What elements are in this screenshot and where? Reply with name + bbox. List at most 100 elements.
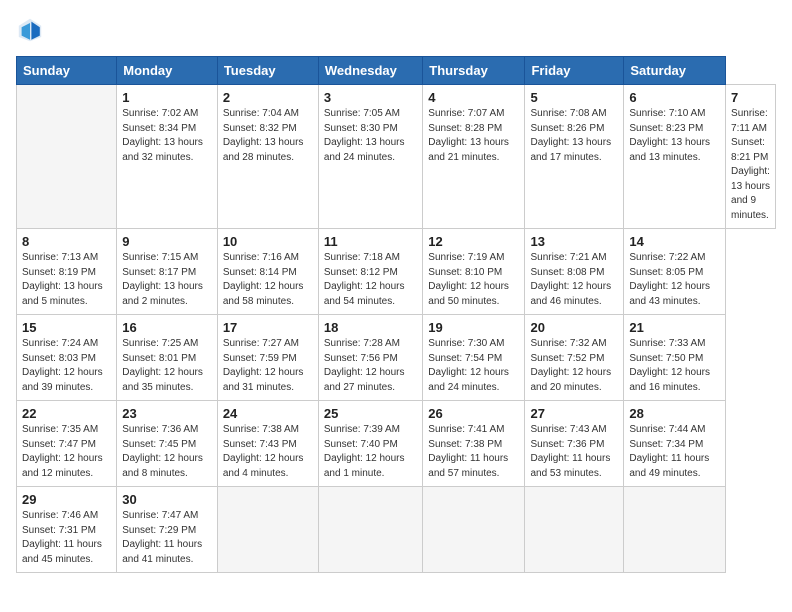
calendar-cell: 6 Sunrise: 7:10 AMSunset: 8:23 PMDaylight… bbox=[624, 85, 726, 229]
calendar-cell: 16 Sunrise: 7:25 AMSunset: 8:01 PMDayligh… bbox=[117, 315, 218, 401]
day-number: 19 bbox=[428, 320, 519, 335]
day-number: 30 bbox=[122, 492, 212, 507]
day-number: 26 bbox=[428, 406, 519, 421]
day-info: Sunrise: 7:15 AMSunset: 8:17 PMDaylight:… bbox=[122, 251, 212, 309]
day-info: Sunrise: 7:24 AMSunset: 8:03 PMDaylight:… bbox=[22, 337, 111, 395]
day-number: 28 bbox=[629, 406, 720, 421]
calendar-cell: 7 Sunrise: 7:11 AMSunset: 8:21 PMDaylight… bbox=[726, 85, 776, 229]
day-info: Sunrise: 7:11 AMSunset: 8:21 PMDaylight:… bbox=[731, 107, 770, 223]
calendar-cell: 2 Sunrise: 7:04 AMSunset: 8:32 PMDaylight… bbox=[217, 85, 318, 229]
calendar-cell: 18Sunrise: 7:28 AMSunset: 7:56 PMDayligh… bbox=[318, 315, 422, 401]
calendar-cell: 12 Sunrise: 7:19 AMSunset: 8:10 PMDayligh… bbox=[423, 229, 525, 315]
day-info: Sunrise: 7:08 AMSunset: 8:26 PMDaylight:… bbox=[530, 107, 618, 165]
day-info: Sunrise: 7:19 AMSunset: 8:10 PMDaylight:… bbox=[428, 251, 519, 309]
day-info: Sunrise: 7:22 AMSunset: 8:05 PMDaylight:… bbox=[629, 251, 720, 309]
day-info: Sunrise: 7:47 AMSunset: 7:29 PMDaylight:… bbox=[122, 509, 212, 567]
calendar-week-4: 22 Sunrise: 7:35 AMSunset: 7:47 PMDayligh… bbox=[17, 401, 776, 487]
day-info: Sunrise: 7:32 AMSunset: 7:52 PMDaylight:… bbox=[530, 337, 618, 395]
day-number: 14 bbox=[629, 234, 720, 249]
calendar-cell bbox=[318, 487, 422, 573]
weekday-wednesday: Wednesday bbox=[318, 57, 422, 85]
calendar-cell bbox=[423, 487, 525, 573]
calendar-cell: 30 Sunrise: 7:47 AMSunset: 7:29 PMDayligh… bbox=[117, 487, 218, 573]
day-number: 27 bbox=[530, 406, 618, 421]
day-info: Sunrise: 7:35 AMSunset: 7:47 PMDaylight:… bbox=[22, 423, 111, 481]
day-number: 3 bbox=[324, 90, 417, 105]
calendar-cell: 17 Sunrise: 7:27 AMSunset: 7:59 PMDayligh… bbox=[217, 315, 318, 401]
day-number: 15 bbox=[22, 320, 111, 335]
day-info: Sunrise: 7:18 AMSunset: 8:12 PMDaylight:… bbox=[324, 251, 417, 309]
day-info: Sunrise: 7:36 AMSunset: 7:45 PMDaylight:… bbox=[122, 423, 212, 481]
calendar-cell: 26 Sunrise: 7:41 AMSunset: 7:38 PMDayligh… bbox=[423, 401, 525, 487]
day-number: 24 bbox=[223, 406, 313, 421]
calendar-cell: 10Sunrise: 7:16 AMSunset: 8:14 PMDayligh… bbox=[217, 229, 318, 315]
day-number: 22 bbox=[22, 406, 111, 421]
day-number: 1 bbox=[122, 90, 212, 105]
calendar-cell: 27Sunrise: 7:43 AMSunset: 7:36 PMDayligh… bbox=[525, 401, 624, 487]
day-number: 17 bbox=[223, 320, 313, 335]
calendar-table: SundayMondayTuesdayWednesdayThursdayFrid… bbox=[16, 56, 776, 573]
calendar-cell: 23 Sunrise: 7:36 AMSunset: 7:45 PMDayligh… bbox=[117, 401, 218, 487]
calendar-week-2: 8 Sunrise: 7:13 AMSunset: 8:19 PMDaylight… bbox=[17, 229, 776, 315]
day-number: 7 bbox=[731, 90, 770, 105]
day-info: Sunrise: 7:16 AMSunset: 8:14 PMDaylight:… bbox=[223, 251, 313, 309]
calendar-cell: 5 Sunrise: 7:08 AMSunset: 8:26 PMDaylight… bbox=[525, 85, 624, 229]
calendar-cell: 3 Sunrise: 7:05 AMSunset: 8:30 PMDaylight… bbox=[318, 85, 422, 229]
calendar-cell: 20Sunrise: 7:32 AMSunset: 7:52 PMDayligh… bbox=[525, 315, 624, 401]
calendar-cell: 19 Sunrise: 7:30 AMSunset: 7:54 PMDayligh… bbox=[423, 315, 525, 401]
day-number: 2 bbox=[223, 90, 313, 105]
calendar-cell: 28 Sunrise: 7:44 AMSunset: 7:34 PMDayligh… bbox=[624, 401, 726, 487]
calendar-cell: 21 Sunrise: 7:33 AMSunset: 7:50 PMDayligh… bbox=[624, 315, 726, 401]
day-info: Sunrise: 7:44 AMSunset: 7:34 PMDaylight:… bbox=[629, 423, 720, 481]
day-number: 21 bbox=[629, 320, 720, 335]
calendar-body: 1 Sunrise: 7:02 AMSunset: 8:34 PMDaylight… bbox=[17, 85, 776, 573]
calendar-cell: 13Sunrise: 7:21 AMSunset: 8:08 PMDayligh… bbox=[525, 229, 624, 315]
weekday-sunday: Sunday bbox=[17, 57, 117, 85]
day-info: Sunrise: 7:33 AMSunset: 7:50 PMDaylight:… bbox=[629, 337, 720, 395]
day-info: Sunrise: 7:13 AMSunset: 8:19 PMDaylight:… bbox=[22, 251, 111, 309]
day-number: 9 bbox=[122, 234, 212, 249]
calendar-cell: 9 Sunrise: 7:15 AMSunset: 8:17 PMDaylight… bbox=[117, 229, 218, 315]
day-number: 8 bbox=[22, 234, 111, 249]
day-info: Sunrise: 7:25 AMSunset: 8:01 PMDaylight:… bbox=[122, 337, 212, 395]
calendar-week-3: 15 Sunrise: 7:24 AMSunset: 8:03 PMDayligh… bbox=[17, 315, 776, 401]
calendar-cell: 25 Sunrise: 7:39 AMSunset: 7:40 PMDayligh… bbox=[318, 401, 422, 487]
weekday-monday: Monday bbox=[117, 57, 218, 85]
weekday-header-row: SundayMondayTuesdayWednesdayThursdayFrid… bbox=[17, 57, 776, 85]
calendar-cell bbox=[217, 487, 318, 573]
day-info: Sunrise: 7:10 AMSunset: 8:23 PMDaylight:… bbox=[629, 107, 720, 165]
day-number: 6 bbox=[629, 90, 720, 105]
day-number: 11 bbox=[324, 234, 417, 249]
calendar-cell: 29Sunrise: 7:46 AMSunset: 7:31 PMDayligh… bbox=[17, 487, 117, 573]
day-info: Sunrise: 7:38 AMSunset: 7:43 PMDaylight:… bbox=[223, 423, 313, 481]
calendar-cell: 22 Sunrise: 7:35 AMSunset: 7:47 PMDayligh… bbox=[17, 401, 117, 487]
day-number: 23 bbox=[122, 406, 212, 421]
day-info: Sunrise: 7:27 AMSunset: 7:59 PMDaylight:… bbox=[223, 337, 313, 395]
calendar-cell bbox=[525, 487, 624, 573]
calendar-cell: 4 Sunrise: 7:07 AMSunset: 8:28 PMDaylight… bbox=[423, 85, 525, 229]
page-header bbox=[16, 16, 776, 44]
weekday-saturday: Saturday bbox=[624, 57, 726, 85]
day-info: Sunrise: 7:05 AMSunset: 8:30 PMDaylight:… bbox=[324, 107, 417, 165]
logo-icon bbox=[16, 16, 44, 44]
calendar-cell: 1 Sunrise: 7:02 AMSunset: 8:34 PMDaylight… bbox=[117, 85, 218, 229]
calendar-cell: 15 Sunrise: 7:24 AMSunset: 8:03 PMDayligh… bbox=[17, 315, 117, 401]
day-number: 16 bbox=[122, 320, 212, 335]
calendar-cell-empty bbox=[17, 85, 117, 229]
weekday-friday: Friday bbox=[525, 57, 624, 85]
day-info: Sunrise: 7:30 AMSunset: 7:54 PMDaylight:… bbox=[428, 337, 519, 395]
logo bbox=[16, 16, 48, 44]
day-info: Sunrise: 7:39 AMSunset: 7:40 PMDaylight:… bbox=[324, 423, 417, 481]
day-number: 4 bbox=[428, 90, 519, 105]
day-number: 12 bbox=[428, 234, 519, 249]
day-number: 25 bbox=[324, 406, 417, 421]
day-info: Sunrise: 7:04 AMSunset: 8:32 PMDaylight:… bbox=[223, 107, 313, 165]
calendar-cell: 14 Sunrise: 7:22 AMSunset: 8:05 PMDayligh… bbox=[624, 229, 726, 315]
day-info: Sunrise: 7:02 AMSunset: 8:34 PMDaylight:… bbox=[122, 107, 212, 165]
day-info: Sunrise: 7:28 AMSunset: 7:56 PMDaylight:… bbox=[324, 337, 417, 395]
day-number: 5 bbox=[530, 90, 618, 105]
day-info: Sunrise: 7:41 AMSunset: 7:38 PMDaylight:… bbox=[428, 423, 519, 481]
day-info: Sunrise: 7:21 AMSunset: 8:08 PMDaylight:… bbox=[530, 251, 618, 309]
calendar-cell bbox=[624, 487, 726, 573]
day-info: Sunrise: 7:07 AMSunset: 8:28 PMDaylight:… bbox=[428, 107, 519, 165]
